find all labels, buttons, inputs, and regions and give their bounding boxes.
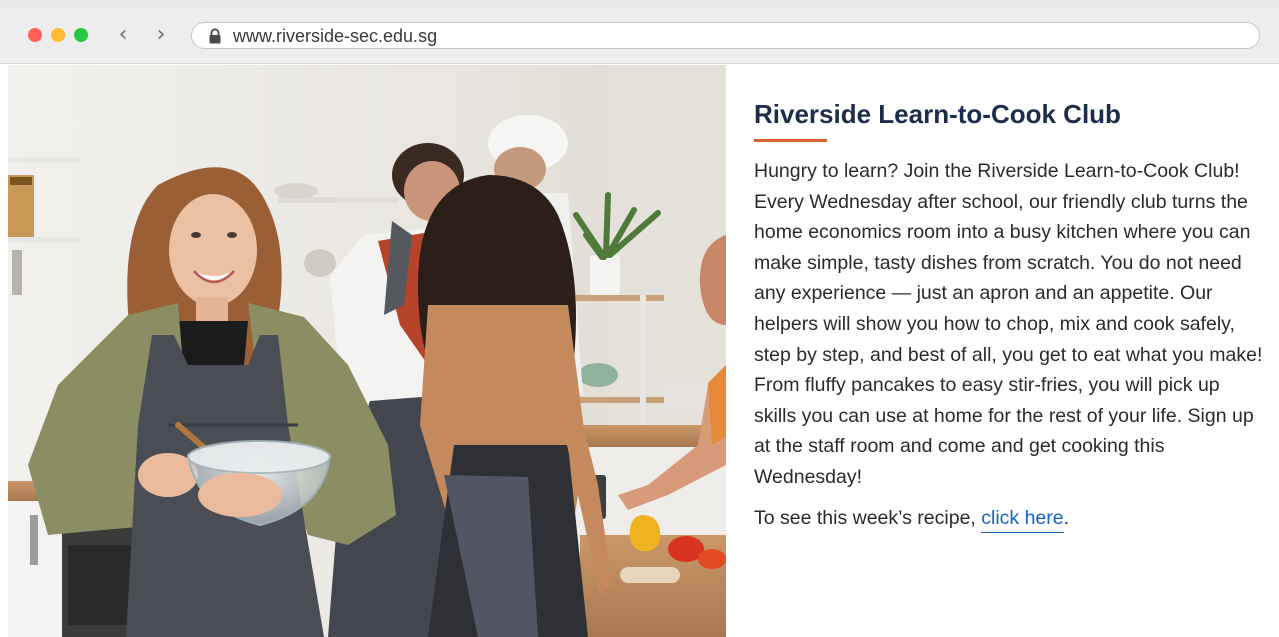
- recipe-prefix: To see this week’s recipe,: [754, 506, 982, 529]
- chevron-right-icon: ›: [156, 22, 166, 47]
- browser-toolbar: ‹ › www.riverside-sec.edu.sg: [0, 0, 1279, 64]
- article-body: Hungry to learn? Join the Riverside Lear…: [754, 160, 1263, 488]
- kitchen-photo-illustration: [8, 65, 726, 637]
- lock-icon: [209, 28, 221, 44]
- window-edge: [0, 0, 1279, 8]
- recipe-line: To see this week’s recipe, click here.: [754, 503, 1264, 533]
- title-underline: [754, 139, 827, 142]
- minimize-window-button[interactable]: [51, 28, 65, 42]
- club-article: Riverside Learn-to-Cook Club Hungry to l…: [754, 99, 1264, 533]
- page-content: Riverside Learn-to-Cook Club Hungry to l…: [0, 65, 1279, 637]
- forward-button[interactable]: ›: [150, 22, 172, 48]
- cooking-club-photo: [8, 65, 726, 637]
- recipe-suffix: .: [1063, 506, 1070, 529]
- address-bar[interactable]: www.riverside-sec.edu.sg: [191, 22, 1260, 49]
- recipe-link[interactable]: click here: [981, 506, 1064, 533]
- page-title: Riverside Learn-to-Cook Club: [754, 99, 1121, 129]
- url-text: www.riverside-sec.edu.sg: [233, 26, 438, 46]
- back-button[interactable]: ‹: [112, 22, 134, 48]
- close-window-button[interactable]: [28, 28, 42, 42]
- chevron-left-icon: ‹: [118, 22, 128, 47]
- zoom-window-button[interactable]: [74, 28, 88, 42]
